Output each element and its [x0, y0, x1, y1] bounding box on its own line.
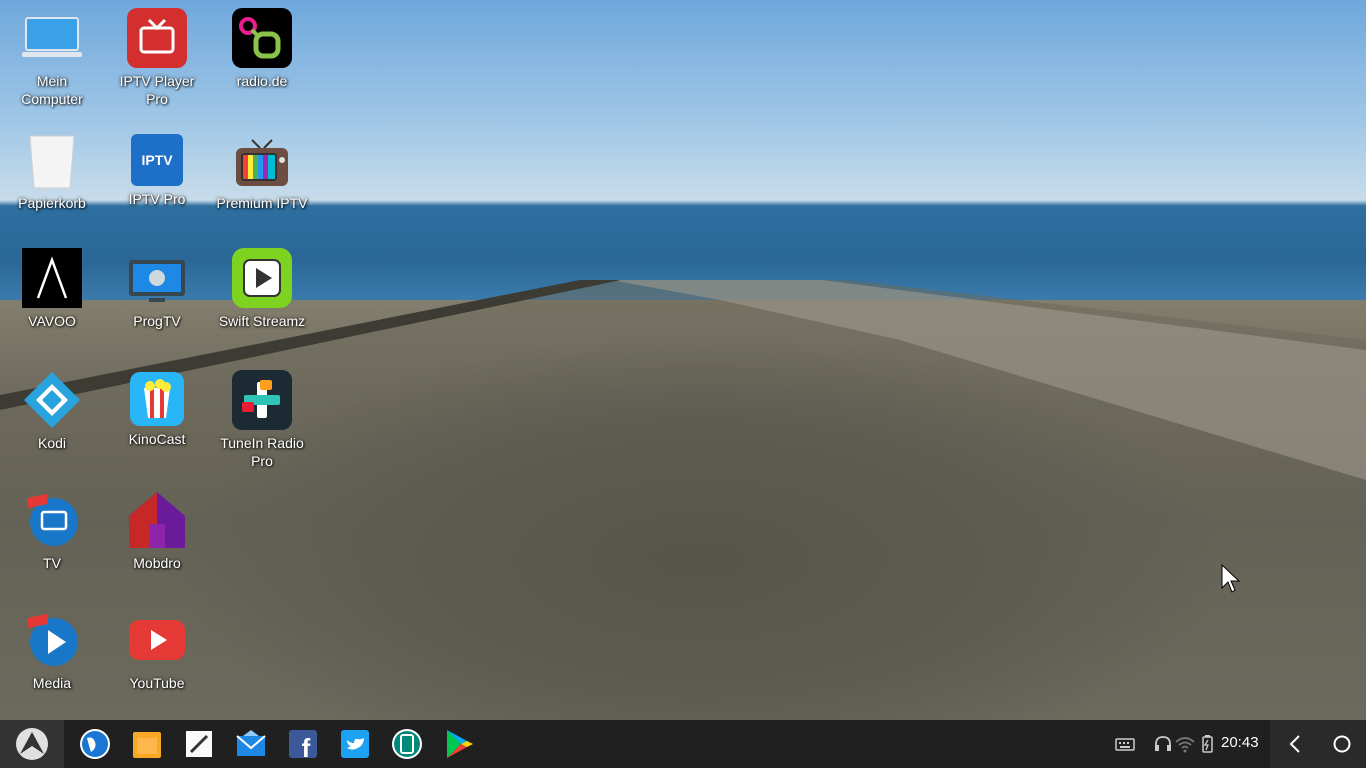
- circle-home-icon: [1333, 735, 1351, 753]
- facebook-icon: f: [289, 730, 317, 763]
- icon-label: Swift Streamz: [218, 313, 306, 329]
- desktop-icon-media[interactable]: Media: [0, 602, 104, 712]
- taskbar-app-tablet-mode[interactable]: [391, 728, 423, 760]
- chevron-left-icon: [1289, 735, 1300, 753]
- browser-icon: [80, 729, 110, 759]
- battery-icon[interactable]: [1197, 734, 1217, 754]
- vavoo-icon: [22, 248, 82, 308]
- taskbar-app-twitter[interactable]: [339, 728, 371, 760]
- home-button[interactable]: [1330, 732, 1354, 756]
- start-button[interactable]: [0, 720, 64, 768]
- desktop-icon-progtv[interactable]: ProgTV: [105, 240, 209, 350]
- mobdro-icon: [127, 490, 187, 550]
- navigation-buttons: [1270, 720, 1366, 768]
- media-icon: [22, 610, 82, 670]
- svg-text:f: f: [302, 733, 311, 760]
- svg-text:IPTV: IPTV: [141, 152, 173, 168]
- desktop-icon-papierkorb[interactable]: Papierkorb: [0, 122, 104, 232]
- desktop-icon-tv[interactable]: TV: [0, 482, 104, 592]
- twitter-icon: [341, 730, 369, 758]
- start-logo-icon: [16, 728, 48, 760]
- icon-label: Mobdro: [133, 555, 181, 571]
- icon-label: TuneIn Radio Pro: [220, 435, 304, 469]
- tunein-icon: [232, 370, 292, 430]
- icon-label: Media: [32, 675, 72, 691]
- computer-icon: [22, 8, 82, 68]
- progtv-icon: [127, 248, 187, 308]
- desktop-icon-premium-iptv[interactable]: Premium IPTV: [210, 122, 314, 232]
- icon-label: VAVOO: [28, 313, 76, 329]
- icon-label: Premium IPTV: [216, 195, 308, 211]
- desktop-icon-kinocast[interactable]: KinoCast: [105, 362, 209, 472]
- play-store-icon: [447, 730, 473, 758]
- kodi-icon: [22, 370, 82, 430]
- email-icon: [236, 730, 266, 756]
- swift-streamz-icon: [232, 248, 292, 308]
- wifi-icon[interactable]: [1175, 734, 1195, 754]
- headphones-icon[interactable]: [1153, 734, 1173, 754]
- radio-de-icon: [232, 8, 292, 68]
- icon-label: Kodi: [37, 435, 67, 451]
- desktop-icon-radio-de[interactable]: radio.de: [210, 0, 314, 110]
- taskbar-clock[interactable]: 20:43: [1221, 734, 1259, 751]
- mouse-cursor-icon: [1221, 563, 1241, 594]
- icon-label: Papierkorb: [18, 195, 86, 211]
- taskbar-app-facebook[interactable]: f: [287, 728, 319, 763]
- desktop-icon-youtube[interactable]: YouTube: [105, 602, 209, 712]
- icon-label: KinoCast: [128, 431, 186, 447]
- back-button[interactable]: [1284, 732, 1308, 756]
- iptv-player-icon: [127, 8, 187, 68]
- notes-icon: [186, 731, 212, 757]
- desktop-icon-mobdro[interactable]: Mobdro: [105, 482, 209, 592]
- desktop-icon-swift-streamz[interactable]: Swift Streamz: [210, 240, 314, 350]
- premium-iptv-icon: [232, 130, 292, 190]
- desktop-icon-iptv-player-pro[interactable]: IPTV Player Pro: [105, 0, 209, 110]
- taskbar-app-notes[interactable]: [183, 728, 215, 760]
- desktop-icon-tunein-radio-pro[interactable]: TuneIn Radio Pro: [210, 362, 314, 472]
- taskbar: f 20:43: [0, 720, 1366, 768]
- desktop-icon-kodi[interactable]: Kodi: [0, 362, 104, 472]
- desktop-icon-iptv-pro[interactable]: IPTV IPTV Pro: [105, 122, 209, 232]
- youtube-icon: [127, 610, 187, 670]
- icon-label: ProgTV: [133, 313, 181, 329]
- kinocast-icon: [130, 372, 184, 426]
- iptv-pro-icon: IPTV: [131, 134, 183, 186]
- icon-label: Mein Computer: [21, 73, 83, 107]
- icon-label: TV: [43, 555, 61, 571]
- icon-label: YouTube: [129, 675, 185, 691]
- file-manager-icon: [133, 732, 161, 758]
- icon-label: IPTV Player Pro: [119, 73, 195, 107]
- tablet-mode-icon: [392, 729, 422, 759]
- taskbar-app-play-store[interactable]: [443, 728, 475, 760]
- icon-label: radio.de: [236, 73, 288, 89]
- desktop-icon-mein-computer[interactable]: Mein Computer: [0, 0, 104, 110]
- keyboard-icon[interactable]: [1115, 734, 1135, 754]
- taskbar-app-email[interactable]: [235, 728, 267, 760]
- taskbar-app-browser[interactable]: [79, 728, 111, 760]
- desktop-icon-vavoo[interactable]: VAVOO: [0, 240, 104, 350]
- taskbar-app-file-manager[interactable]: [131, 728, 163, 760]
- icon-label: IPTV Pro: [128, 191, 186, 207]
- tv-icon: [22, 490, 82, 550]
- trash-icon: [22, 130, 82, 190]
